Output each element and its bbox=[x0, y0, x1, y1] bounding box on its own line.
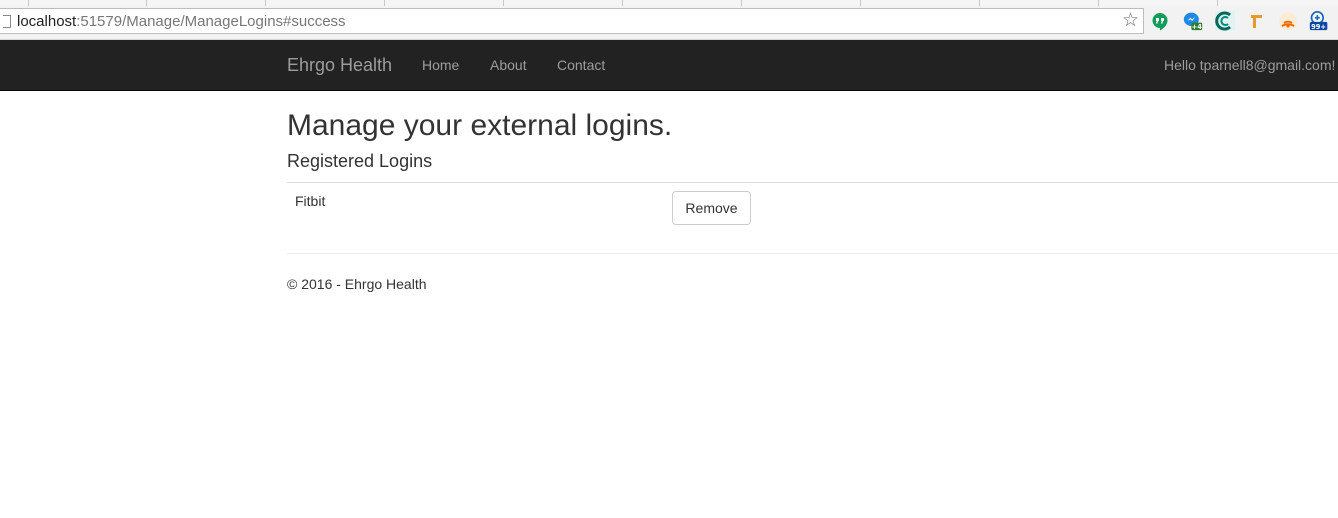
messenger-badge: +4 bbox=[1192, 23, 1203, 31]
url-host: localhost bbox=[17, 13, 77, 30]
messenger-extension-icon[interactable]: +4 bbox=[1183, 11, 1203, 31]
hangouts-extension-icon[interactable] bbox=[1150, 11, 1170, 31]
page-icon bbox=[3, 15, 11, 28]
remove-login-button[interactable]: Remove bbox=[672, 191, 751, 225]
url-text[interactable]: localhost:51579/Manage/ManageLogins#succ… bbox=[17, 13, 346, 30]
wrench-extension-icon[interactable] bbox=[1247, 11, 1267, 31]
bookmark-star-icon[interactable]: ☆ bbox=[1122, 11, 1139, 31]
page-title: Manage your external logins. bbox=[287, 109, 673, 142]
footer-divider bbox=[287, 253, 1338, 254]
nav-link-contact[interactable]: Contact bbox=[557, 57, 605, 73]
brand-link[interactable]: Ehrgo Health bbox=[287, 55, 392, 76]
registered-logins-heading: Registered Logins bbox=[287, 151, 433, 171]
nav-link-about[interactable]: About bbox=[490, 57, 527, 73]
notifications-extension-icon[interactable]: 99+ bbox=[1309, 11, 1329, 31]
nav-link-home[interactable]: Home bbox=[422, 57, 459, 73]
url-path: :51579/Manage/ManageLogins#success bbox=[76, 13, 346, 30]
browser-toolbar: localhost:51579/Manage/ManageLogins#succ… bbox=[0, 6, 1338, 40]
table-divider bbox=[287, 182, 1338, 183]
navbar: Ehrgo Health Home About Contact Hello tp… bbox=[0, 40, 1338, 91]
notifications-badge: 99+ bbox=[1311, 23, 1326, 31]
footer-text: © 2016 - Ehrgo Health bbox=[287, 276, 427, 292]
login-provider: Fitbit bbox=[295, 193, 326, 209]
address-bar[interactable]: localhost:51579/Manage/ManageLogins#succ… bbox=[0, 8, 1144, 34]
user-greeting-link[interactable]: Hello tparnell8@gmail.com! bbox=[1164, 57, 1335, 73]
rss-extension-icon[interactable] bbox=[1278, 11, 1298, 31]
wave-extension-icon[interactable] bbox=[1215, 11, 1235, 31]
